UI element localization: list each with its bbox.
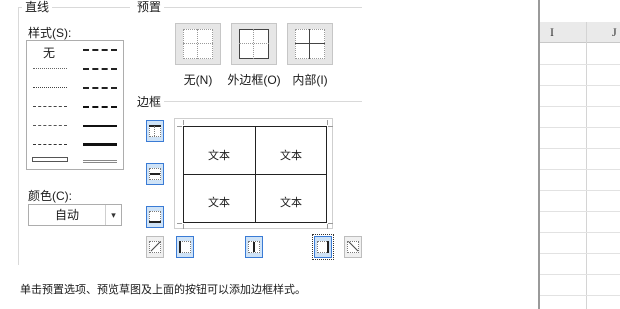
preset-none-label: 无(N): [183, 73, 213, 87]
grid-line: [540, 295, 620, 296]
presets-group-rule: [134, 7, 362, 8]
grid-line: [540, 211, 620, 212]
border-bottom-icon: [149, 211, 161, 223]
style-none-option[interactable]: 无: [43, 44, 55, 61]
grid-line: [540, 253, 620, 254]
border-group-title: 边框: [134, 93, 165, 110]
border-inside-vertical-button[interactable]: [245, 236, 263, 258]
grid-line: [540, 274, 620, 275]
border-preview[interactable]: 文本 文本 文本 文本: [174, 118, 333, 229]
preview-cell-text: 文本: [208, 197, 230, 209]
border-left-button[interactable]: [176, 236, 194, 258]
border-inside-horizontal-icon: [149, 168, 161, 180]
border-bottom-button[interactable]: [146, 206, 164, 228]
diagonal-up-icon: [149, 241, 161, 253]
column-header-j[interactable]: J: [612, 25, 617, 40]
style-hair-dotted[interactable]: [33, 68, 67, 69]
preview-cell-text: 文本: [208, 150, 230, 162]
border-top-icon: [149, 125, 161, 137]
grid-line: [540, 190, 620, 191]
border-top-button[interactable]: [146, 120, 164, 142]
preview-inside-horizontal: [183, 174, 327, 175]
grid-line: [540, 64, 620, 65]
border-right-icon: [317, 241, 329, 253]
style-medium-dashed[interactable]: [83, 106, 117, 108]
spreadsheet-background: [540, 0, 620, 309]
border-left-icon: [179, 241, 191, 253]
style-thin-selected[interactable]: [32, 157, 68, 162]
border-inside-horizontal-button[interactable]: [146, 163, 164, 185]
border-group-rule: [134, 101, 362, 102]
color-label: 颜色(C):: [28, 189, 72, 203]
line-style-list[interactable]: 无: [26, 40, 124, 170]
grid-line: [540, 85, 620, 86]
style-medium-dash-dot[interactable]: [83, 87, 117, 89]
preset-outline-label: 外边框(O): [227, 73, 281, 87]
border-hint-text: 单击预置选项、预览草图及上面的按钮可以添加边框样式。: [20, 284, 306, 296]
style-dashed-thin[interactable]: [33, 144, 67, 145]
color-dropdown[interactable]: 自动 ▾: [28, 204, 122, 226]
grid-line: [540, 232, 620, 233]
line-group-title: 直线: [22, 0, 53, 15]
border-inside-vertical-icon: [248, 241, 260, 253]
style-medium-dash-dot-dot[interactable]: [83, 49, 117, 51]
presets-group-title: 预置: [134, 0, 165, 15]
style-dash-dot-thin[interactable]: [33, 125, 67, 126]
grid-line: [540, 169, 620, 170]
preset-none-button[interactable]: [175, 23, 221, 65]
border-diagonal-down-button[interactable]: [344, 236, 362, 258]
preview-cell-text: 文本: [280, 197, 302, 209]
preset-inside-label: 内部(I): [292, 73, 328, 87]
grid-line: [540, 127, 620, 128]
style-thick[interactable]: [83, 143, 117, 146]
border-right-button[interactable]: [312, 234, 334, 260]
preset-outline-button[interactable]: [231, 23, 277, 65]
border-none-icon: [183, 29, 213, 59]
chevron-down-icon[interactable]: ▾: [105, 205, 121, 225]
line-group-left-border: [18, 7, 19, 265]
diagonal-down-icon: [347, 241, 359, 253]
format-cells-border-dialog: 直线 样式(S): 无 颜色(C): 自动 ▾ 预置 无(N) 外边框(O) 内…: [0, 0, 540, 309]
style-slant-dash-dot[interactable]: [83, 68, 117, 70]
style-double[interactable]: [83, 160, 117, 163]
border-outline-icon: [239, 29, 269, 59]
color-value: 自动: [54, 208, 79, 222]
grid-line: [586, 22, 587, 309]
preset-inside-button[interactable]: [287, 23, 333, 65]
border-inside-icon: [295, 29, 325, 59]
preview-cell-text: 文本: [280, 150, 302, 162]
column-header-i[interactable]: I: [550, 25, 554, 40]
border-diagonal-up-button[interactable]: [146, 236, 164, 258]
style-dash-dot-dot-thin[interactable]: [33, 106, 67, 107]
style-medium[interactable]: [83, 125, 117, 127]
style-label: 样式(S):: [28, 26, 72, 40]
grid-line: [540, 106, 620, 107]
grid-line: [540, 148, 620, 149]
style-dotted[interactable]: [33, 87, 67, 88]
